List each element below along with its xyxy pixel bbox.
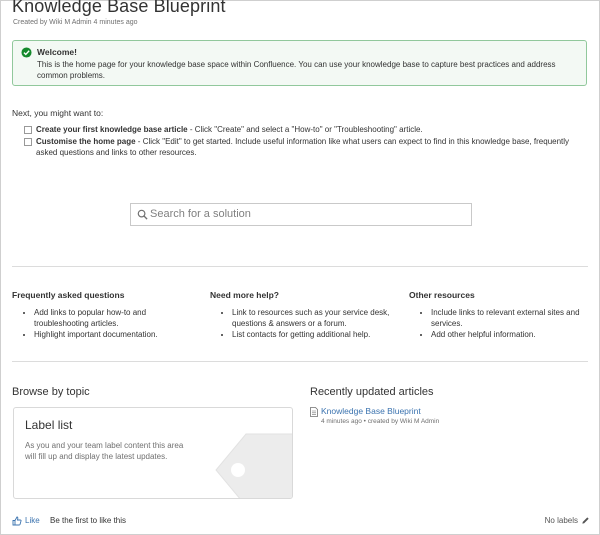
- help-column: Need more help? Link to resources such a…: [210, 290, 395, 340]
- label-list-card: Label list As you and your team label co…: [13, 407, 293, 499]
- list-item: Link to resources such as your service d…: [232, 307, 395, 329]
- browse-by-topic-heading: Browse by topic: [12, 386, 90, 398]
- welcome-message: Welcome! This is the home page for your …: [12, 40, 587, 86]
- thumbs-up-icon[interactable]: [12, 516, 22, 526]
- column-heading: Need more help?: [210, 290, 279, 300]
- search-icon: [137, 209, 148, 220]
- recently-updated-heading: Recently updated articles: [310, 386, 434, 398]
- search-placeholder: Search for a solution: [150, 208, 251, 220]
- task-checkbox[interactable]: [24, 126, 32, 134]
- next-steps-label: Next, you might want to:: [12, 108, 104, 118]
- list-item: Highlight important documentation.: [34, 329, 197, 340]
- column-heading: Other resources: [409, 290, 475, 300]
- faq-column: Frequently asked questions Add links to …: [12, 290, 197, 340]
- search-input[interactable]: Search for a solution: [130, 203, 472, 226]
- task-item: Create your first knowledge base article…: [24, 124, 584, 135]
- recent-article-meta: 4 minutes ago • created by Wiki M Admin: [321, 418, 440, 425]
- section-divider: [12, 266, 588, 267]
- list-item: Include links to relevant external sites…: [431, 307, 594, 329]
- tag-icon: [215, 433, 292, 498]
- task-checkbox[interactable]: [24, 138, 32, 146]
- resources-column: Other resources Include links to relevan…: [409, 290, 594, 340]
- list-item: List contacts for getting additional hel…: [232, 329, 395, 340]
- task-title: Create your first knowledge base article: [36, 125, 188, 134]
- task-title: Customise the home page: [36, 137, 136, 146]
- welcome-title: Welcome!: [37, 47, 77, 57]
- page-title: Knowledge Base Blueprint: [12, 0, 226, 16]
- page-byline: Created by Wiki M Admin 4 minutes ago: [13, 19, 138, 26]
- labels-status: No labels: [544, 516, 578, 525]
- task-item: Customise the home page - Click "Edit" t…: [24, 136, 584, 158]
- section-divider: [12, 361, 588, 362]
- recent-article-link[interactable]: Knowledge Base Blueprint: [321, 406, 421, 416]
- list-item: Add links to popular how-to and troubles…: [34, 307, 197, 329]
- edit-labels-icon[interactable]: [581, 516, 590, 525]
- like-summary: Be the first to like this: [50, 516, 127, 525]
- like-button[interactable]: Like: [25, 516, 40, 525]
- label-list-text: As you and your team label content this …: [25, 441, 184, 461]
- page-footer: Like Be the first to like this No labels: [12, 515, 590, 529]
- label-list-title: Label list: [25, 418, 73, 432]
- column-heading: Frequently asked questions: [12, 290, 125, 300]
- page-icon: [310, 407, 318, 417]
- welcome-text: This is the home page for your knowledge…: [37, 60, 556, 80]
- task-text: - Click "Create" and select a "How-to" o…: [187, 125, 423, 134]
- check-circle-icon: [21, 47, 32, 58]
- list-item: Add other helpful information.: [431, 329, 594, 340]
